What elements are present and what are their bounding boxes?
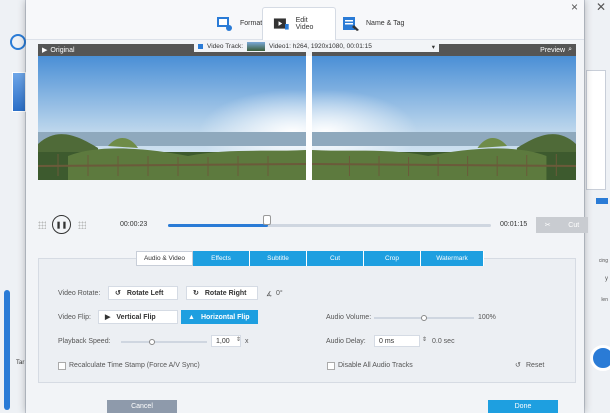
speed-unit: x bbox=[245, 338, 249, 345]
timeline-slider[interactable] bbox=[168, 224, 491, 227]
original-video-image bbox=[38, 56, 306, 180]
background-tab-label: Tar bbox=[16, 360, 25, 366]
video-track-label: Video Track: bbox=[207, 43, 244, 50]
speed-slider[interactable] bbox=[121, 341, 207, 343]
current-time: 00:00:23 bbox=[120, 221, 148, 228]
grid-left-icon[interactable] bbox=[38, 221, 46, 229]
speed-label: Playback Speed: bbox=[58, 338, 111, 345]
rotate-right-label: Rotate Right bbox=[204, 289, 247, 297]
volume-slider-handle[interactable] bbox=[421, 315, 427, 321]
rotate-angle-icon: ∡ bbox=[266, 291, 273, 298]
delay-stepper-icon[interactable]: ⇕ bbox=[422, 336, 427, 343]
original-video-frame bbox=[38, 56, 306, 180]
video-thumbnail bbox=[12, 72, 26, 112]
timeline-progress bbox=[168, 224, 269, 227]
cut-button-label: Cut bbox=[568, 221, 580, 229]
rotate-left-label: Rotate Left bbox=[126, 289, 164, 297]
speed-stepper-icon[interactable]: ⇕ bbox=[236, 336, 241, 343]
rotate-left-icon: ↺ bbox=[115, 290, 121, 297]
delay-seconds: 0.0 sec bbox=[432, 338, 455, 345]
rotate-angle-value: 0° bbox=[276, 290, 283, 297]
grid-right-icon[interactable] bbox=[78, 221, 86, 229]
tab-edit-video-label: Edit Video bbox=[295, 17, 314, 31]
rotate-label: Video Rotate: bbox=[58, 290, 101, 297]
tab-name-tag[interactable]: Name & Tag bbox=[332, 7, 414, 40]
delay-input[interactable]: 0 ms bbox=[374, 335, 420, 347]
rotate-left-button[interactable]: ↺ Rotate Left bbox=[108, 286, 178, 300]
zoom-icon[interactable]: ⌕ bbox=[568, 46, 572, 54]
background-text-2: y bbox=[605, 276, 608, 282]
total-time: 00:01:15 bbox=[500, 221, 528, 228]
background-text-3: len bbox=[601, 297, 608, 303]
video-track-selector[interactable]: Video Track: Video1: h264, 1920x1080, 00… bbox=[194, 41, 440, 52]
tab-name-tag-label: Name & Tag bbox=[366, 20, 405, 27]
horizontal-flip-button[interactable]: ▲ Horizontal Flip bbox=[181, 310, 258, 324]
video-track-dropdown[interactable]: Video1: h264, 1920x1080, 00:01:15 ▾ bbox=[269, 43, 435, 51]
playback-row: ❚❚ 00:00:23 00:01:15 ✂ Cut bbox=[38, 213, 588, 237]
edit-tabs: Audio & Video Effects Subtitle Cut Crop … bbox=[136, 251, 484, 266]
cut-button[interactable]: ✂ Cut bbox=[536, 217, 588, 233]
background-blue-marker bbox=[596, 198, 608, 204]
recalc-label: Recalculate Time Stamp (Force A/V Sync) bbox=[69, 362, 200, 369]
tab-edit-video[interactable]: Edit Video bbox=[262, 7, 336, 40]
done-button[interactable]: Done bbox=[488, 400, 558, 413]
format-icon bbox=[217, 16, 232, 31]
preview-label: Preview bbox=[540, 46, 566, 54]
track-thumbnail bbox=[247, 42, 266, 51]
play-marker-icon: ▶ bbox=[42, 47, 48, 54]
tab-crop[interactable]: Crop bbox=[364, 251, 421, 266]
pause-button[interactable]: ❚❚ bbox=[52, 215, 71, 234]
name-tag-icon bbox=[343, 16, 359, 31]
reset-label[interactable]: Reset bbox=[526, 362, 544, 369]
vertical-flip-label: Vertical Flip bbox=[116, 313, 156, 321]
tab-cut[interactable]: Cut bbox=[307, 251, 364, 266]
tab-audio-video[interactable]: Audio & Video bbox=[136, 251, 193, 266]
recalc-checkbox[interactable] bbox=[58, 362, 66, 370]
track-indicator-icon bbox=[198, 44, 203, 49]
speed-slider-handle[interactable] bbox=[149, 339, 155, 345]
close-icon[interactable]: × bbox=[571, 0, 578, 14]
rotate-right-button[interactable]: ↻ Rotate Right bbox=[186, 286, 258, 300]
disable-audio-checkbox[interactable] bbox=[327, 362, 335, 370]
background-right-panel: ✕ cing y len bbox=[584, 0, 610, 413]
background-text-1: cing bbox=[598, 258, 608, 264]
tab-effects[interactable]: Effects bbox=[193, 251, 250, 266]
background-left-panel: Tar bbox=[0, 0, 26, 413]
edit-video-dialog: Format Edit Video Name & Tag × Video Tra… bbox=[26, 0, 588, 413]
horizontal-flip-icon: ▲ bbox=[188, 313, 195, 321]
tab-format-label: Format bbox=[240, 20, 263, 27]
chevron-down-icon: ▾ bbox=[431, 43, 436, 51]
convert-button[interactable] bbox=[590, 345, 610, 371]
preview-controls-area bbox=[38, 180, 576, 210]
back-icon bbox=[10, 34, 26, 50]
app-close-icon[interactable]: ✕ bbox=[596, 0, 606, 14]
preview-video-image bbox=[312, 56, 576, 180]
original-label: Original bbox=[50, 46, 75, 54]
rotate-right-icon: ↻ bbox=[193, 290, 199, 297]
volume-value: 100% bbox=[478, 314, 496, 321]
tab-subtitle[interactable]: Subtitle bbox=[250, 251, 307, 266]
speed-value: 1,00 bbox=[216, 337, 230, 345]
preview-video-frame bbox=[312, 56, 576, 180]
pause-icon: ❚❚ bbox=[55, 221, 68, 229]
cancel-button[interactable]: Cancel bbox=[107, 400, 177, 413]
delay-label: Audio Delay: bbox=[326, 338, 366, 345]
timeline-handle[interactable] bbox=[263, 215, 271, 225]
background-scrollbar bbox=[4, 290, 10, 410]
tab-watermark[interactable]: Watermark bbox=[421, 251, 484, 266]
reset-icon[interactable]: ↺ bbox=[515, 361, 521, 369]
vertical-flip-icon: ▶ bbox=[105, 314, 111, 321]
background-side-panel bbox=[586, 70, 606, 190]
scissors-icon: ✂ bbox=[544, 222, 551, 229]
dialog-titlebar: Format Edit Video Name & Tag × bbox=[26, 0, 584, 40]
horizontal-flip-label: Horizontal Flip bbox=[200, 313, 250, 321]
video-track-value: Video1: h264, 1920x1080, 00:01:15 bbox=[269, 42, 372, 50]
delay-value: 0 ms bbox=[379, 337, 395, 345]
vertical-flip-button[interactable]: ▶ Vertical Flip bbox=[98, 310, 178, 324]
edit-video-icon bbox=[273, 18, 289, 30]
volume-label: Audio Volume: bbox=[326, 314, 372, 321]
flip-label: Video Flip: bbox=[58, 314, 91, 321]
disable-audio-label: Disable All Audio Tracks bbox=[338, 362, 413, 369]
